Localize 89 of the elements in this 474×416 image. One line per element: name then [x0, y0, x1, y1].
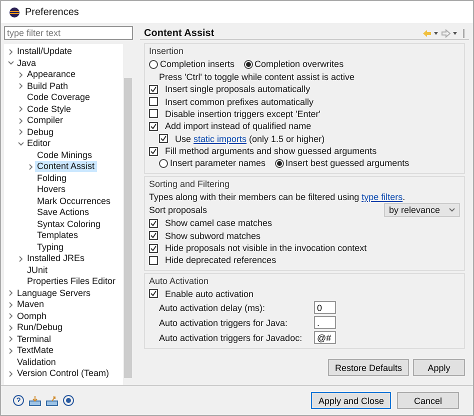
checkbox-label: Insert single proposals automatically — [165, 84, 310, 94]
checkbox-label: Enable auto activation — [165, 288, 254, 299]
input-field[interactable]: @# — [314, 331, 336, 344]
tree-item[interactable]: Terminal — [15, 334, 54, 345]
static-imports-link[interactable]: static imports — [194, 134, 247, 144]
import-icon[interactable] — [29, 396, 41, 406]
checkbox[interactable] — [159, 134, 168, 144]
checkbox-label: Hide proposals not visible in the invocation context — [165, 243, 367, 254]
checkbox[interactable] — [149, 97, 158, 106]
checkbox-label: Use static imports (only 1.5 or higher) — [175, 134, 325, 144]
tree-item[interactable]: Syntax Coloring — [35, 218, 103, 230]
checkbox[interactable] — [149, 231, 158, 240]
tree-item[interactable]: Version Control (Team) — [15, 368, 112, 380]
radio-button[interactable] — [244, 60, 253, 69]
tree-item[interactable]: Language Servers — [15, 288, 93, 299]
app-icon — [9, 6, 20, 18]
apply-button[interactable]: Apply — [413, 359, 465, 376]
radio-label: Completion overwrites — [254, 59, 344, 70]
tree-item[interactable]: Oomph — [15, 310, 49, 322]
checkbox-label: Insert common prefixes automatically — [165, 96, 314, 106]
tree-item[interactable]: Properties Files Editor — [25, 276, 118, 288]
checkbox-label: Hide deprecated references — [165, 255, 276, 266]
checkbox[interactable] — [149, 109, 158, 118]
input-field[interactable]: . — [314, 316, 336, 329]
help-icon[interactable] — [13, 395, 24, 406]
group-title: Insertion — [149, 45, 185, 58]
tree-item[interactable]: Validation — [15, 356, 58, 368]
tree-item[interactable]: Mark Occurrences — [35, 196, 113, 207]
checkbox-label: Show subword matches — [165, 230, 261, 241]
checkbox-label: Show camel case matches — [165, 218, 272, 228]
tree-item[interactable]: Hovers — [35, 184, 68, 196]
tree-item[interactable]: Maven — [15, 299, 46, 310]
tree-item[interactable]: TextMate — [15, 345, 56, 356]
tree-item[interactable]: Run/Debug — [15, 322, 65, 334]
checkbox-label: Fill method arguments and show guessed arguments — [165, 146, 377, 156]
radio-label: Insert parameter names — [170, 158, 266, 168]
input-field[interactable]: 0 — [314, 301, 336, 314]
cancel-button[interactable]: Cancel — [397, 392, 459, 409]
tree-item[interactable]: Code Style — [25, 104, 74, 115]
group-title: Sorting and Filtering — [149, 178, 231, 191]
record-icon[interactable] — [63, 395, 74, 406]
tree-item[interactable]: Java — [15, 58, 38, 69]
checkbox[interactable] — [149, 244, 158, 253]
restore-defaults-button[interactable]: Restore Defaults — [328, 359, 409, 376]
type-filters-link[interactable]: type filters — [362, 192, 403, 202]
tree-item[interactable]: JUnit — [25, 264, 50, 276]
checkbox-label: Disable insertion triggers except 'Enter' — [165, 108, 321, 119]
tree-item[interactable]: Code Coverage — [25, 92, 92, 104]
checkbox-label: Add import instead of qualified name — [165, 121, 312, 132]
tree-item[interactable]: Typing — [35, 242, 66, 253]
field-label: Sort proposals — [149, 205, 208, 216]
checkbox[interactable] — [149, 218, 158, 228]
tree-item[interactable]: Code Minings — [35, 150, 94, 161]
tree-item[interactable]: Install/Update — [15, 46, 74, 58]
checkbox[interactable] — [149, 84, 158, 94]
export-icon[interactable] — [46, 396, 58, 406]
field-label: Auto activation triggers for Java: — [159, 318, 289, 328]
dropdown-value: by relevance — [389, 205, 440, 216]
page-title: Content Assist — [144, 28, 214, 39]
checkbox[interactable] — [149, 256, 158, 265]
chevron-icon — [449, 208, 455, 212]
hint-text: Types along with their members can be filtered using type filters. — [149, 192, 406, 202]
checkbox[interactable] — [149, 289, 158, 298]
tree-item[interactable]: Installed JREs — [25, 253, 87, 264]
tree-item[interactable]: Editor — [25, 138, 53, 150]
radio-button[interactable] — [149, 60, 158, 69]
tree-item[interactable]: Templates — [35, 230, 80, 242]
radio-button[interactable] — [274, 158, 284, 168]
checkbox[interactable] — [149, 122, 158, 131]
filter-field[interactable]: type filter text — [4, 26, 133, 40]
sort-dropdown[interactable]: by relevance — [384, 203, 460, 218]
hint-text: Press 'Ctrl' to toggle while content assist is active — [159, 72, 355, 82]
field-label: Auto activation delay (ms): — [159, 302, 266, 312]
apply-and-close-button[interactable]: Apply and Close — [311, 392, 391, 409]
window-title: Preferences — [25, 6, 79, 18]
navigation-icon[interactable] — [423, 28, 465, 38]
group-title: Auto Activation — [149, 274, 210, 288]
tree-item[interactable]: Debug — [25, 126, 56, 138]
tree-item[interactable]: Build Path — [25, 80, 70, 92]
checkbox[interactable] — [149, 146, 158, 156]
field-label: Auto activation triggers for Javadoc: — [159, 332, 304, 342]
tree-item[interactable]: Compiler — [25, 115, 66, 126]
radio-label: Insert best guessed arguments — [286, 158, 410, 168]
radio-label: Completion inserts — [160, 59, 235, 70]
tree-item[interactable]: Folding — [35, 172, 69, 184]
tree-item[interactable]: Content Assist — [35, 161, 97, 172]
tree-item[interactable]: Save Actions — [35, 207, 92, 218]
tree-item[interactable]: Appearance — [25, 69, 78, 80]
radio-button[interactable] — [159, 158, 168, 168]
